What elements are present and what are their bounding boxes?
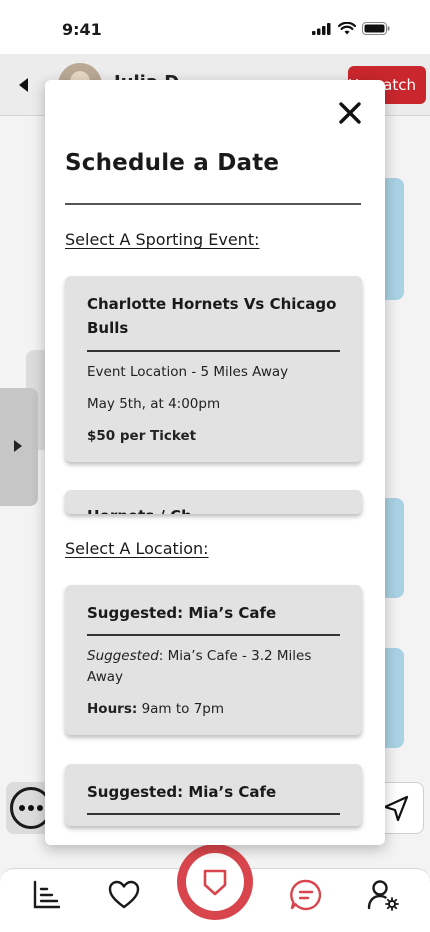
location-card[interactable]: Suggested: Mia’s Cafe Suggested: Mia’s C… — [65, 585, 362, 735]
event-title: Charlotte Hornets Vs Chicago Bulls — [87, 295, 337, 337]
center-shield-button[interactable] — [177, 844, 253, 920]
chat-icon[interactable] — [289, 878, 323, 912]
sporting-event-label: Select A Sporting Event: — [65, 230, 260, 249]
location-hours: Hours: 9am to 7pm — [87, 701, 225, 717]
back-arrow-icon[interactable] — [16, 76, 32, 94]
status-bar: 9:41 — [0, 0, 430, 54]
event-card[interactable]: Charlotte Hornets Vs Chicago Bulls Event… — [65, 276, 362, 462]
event-title: Hornets / Ch — [87, 504, 342, 514]
wifi-icon — [338, 22, 356, 35]
location-card[interactable]: Suggested: Mia’s Cafe — [65, 764, 362, 826]
divider — [65, 203, 361, 205]
leaderboard-icon[interactable] — [30, 878, 64, 912]
event-date: May 5th, at 4:00pm — [87, 396, 221, 412]
side-drawer-tab[interactable] — [0, 388, 38, 506]
divider — [87, 634, 340, 636]
expand-arrow-icon — [14, 440, 22, 452]
location-suggestion: Suggested: Mia’s Cafe - 3.2 Miles Away — [87, 648, 312, 685]
heart-icon[interactable] — [107, 878, 141, 912]
modal-title: Schedule a Date — [65, 150, 280, 176]
location-title: Suggested: Mia’s Cafe — [87, 783, 277, 801]
divider — [87, 350, 340, 352]
event-card[interactable]: Hornets / Ch — [65, 490, 362, 514]
location-label: Select A Location: — [65, 539, 209, 558]
divider — [87, 813, 340, 815]
status-time: 9:41 — [62, 20, 102, 39]
send-icon — [383, 795, 409, 822]
cellular-signal-icon — [312, 22, 331, 35]
shield-icon — [203, 869, 227, 896]
location-title: Suggested: Mia’s Cafe — [87, 604, 277, 622]
battery-icon — [362, 22, 390, 35]
schedule-date-modal: Schedule a Date Select A Sporting Event:… — [45, 80, 385, 845]
event-price: $50 per Ticket — [87, 428, 197, 444]
close-icon[interactable] — [337, 100, 363, 126]
event-location: Event Location - 5 Miles Away — [87, 364, 289, 380]
status-icons — [312, 22, 390, 35]
profile-settings-icon[interactable] — [366, 878, 400, 912]
center-button-inner — [186, 853, 244, 911]
